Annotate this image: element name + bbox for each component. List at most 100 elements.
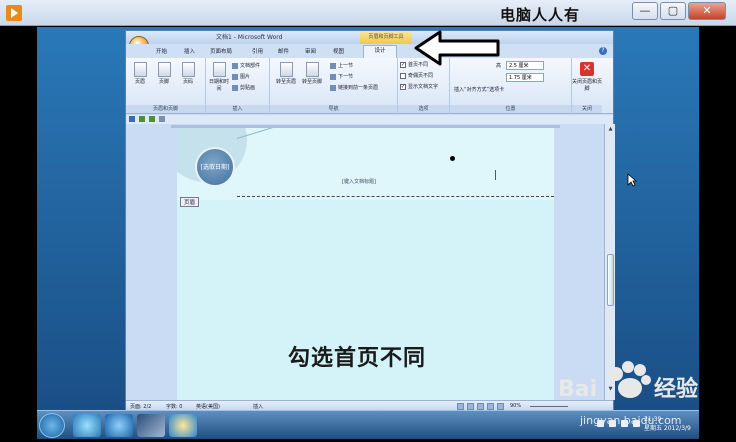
ribbon-tabs: 开始 插入 页面布局 引用 邮件 审阅 视图 设计 ? [126, 44, 613, 58]
goto-header-button[interactable]: 转至页眉 [274, 62, 298, 85]
page-number-button[interactable]: 页码 [178, 62, 198, 85]
redo-icon[interactable] [149, 116, 155, 122]
group-insert: 日期和时间 文档部件 图片 剪贴画 插入 [206, 58, 270, 114]
group-header-footer-label: 页眉和页脚 [126, 105, 205, 113]
header-icon [133, 62, 147, 77]
group-navigation-label: 导航 [270, 105, 397, 113]
full-screen-icon[interactable] [467, 403, 474, 410]
different-odd-even-checkbox[interactable]: 奇偶页不同 [400, 72, 433, 79]
link-to-previous-button[interactable]: 链接到前一条页眉 [330, 84, 378, 91]
player-window: 电脑人人有 — ▢ ✕ 文档1 - Microsoft Word 页眉和页脚工具… [0, 0, 736, 442]
tab-page-layout[interactable]: 页面布局 [210, 47, 232, 55]
decorative-line [236, 128, 381, 139]
tab-mailings[interactable]: 邮件 [278, 47, 289, 55]
show-document-text-checkbox[interactable]: ✓ 显示文档文字 [400, 83, 438, 90]
previous-section-label: 上一节 [338, 63, 354, 69]
word-window: 文档1 - Microsoft Word 页眉和页脚工具 开始 插入 页面布局 … [125, 30, 615, 411]
clip-art-icon [232, 84, 238, 91]
svg-text:Bai: Bai [558, 377, 597, 402]
link-to-previous-label: 链接到前一条页眉 [338, 85, 379, 91]
tab-references[interactable]: 引用 [252, 47, 263, 55]
clip-art-button[interactable]: 剪贴画 [232, 84, 255, 91]
different-odd-even-label: 奇偶页不同 [408, 73, 434, 79]
picture-label: 图片 [240, 74, 251, 80]
minimize-button[interactable]: — [632, 2, 658, 20]
pointing-arrow-icon [414, 30, 500, 66]
tab-home[interactable]: 开始 [156, 47, 167, 55]
group-close: ✕ 关闭页眉和页脚 关闭 [572, 58, 602, 114]
header-button[interactable]: 页眉 [130, 62, 150, 85]
group-navigation: 转至页眉 转至页脚 上一节 下一节 链接到前一条页眉 导航 [270, 58, 398, 114]
explorer-taskbar-icon[interactable] [169, 414, 197, 437]
close-header-footer-label[interactable]: 关闭页眉和页脚 [572, 78, 602, 92]
zoom-level[interactable]: 90% [510, 403, 521, 409]
page-count[interactable]: 页面: 2/2 [130, 403, 151, 410]
header-position-input[interactable]: 2.5 厘米 [506, 61, 544, 70]
previous-icon [330, 62, 336, 69]
highlight-dot [450, 156, 455, 161]
maximize-button[interactable]: ▢ [660, 2, 686, 20]
quick-parts-button[interactable]: 文档部件 [232, 62, 260, 69]
language-status[interactable]: 英语(美国) [196, 403, 220, 410]
scroll-thumb[interactable] [607, 254, 614, 306]
start-button[interactable] [39, 413, 65, 438]
footer-position-input[interactable]: 1.75 厘米 [506, 73, 544, 82]
mouse-pointer-icon [627, 173, 637, 187]
undo-icon[interactable] [139, 116, 145, 122]
print-layout-icon[interactable] [457, 403, 464, 410]
insert-mode[interactable]: 插入 [253, 403, 263, 410]
help-icon[interactable]: ? [599, 47, 607, 55]
close-button[interactable]: ✕ [688, 2, 726, 20]
goto-footer-button[interactable]: 转至页脚 [300, 62, 324, 85]
goto-footer-icon [305, 62, 319, 77]
checkbox-checked-icon: ✓ [400, 83, 406, 90]
page-number-icon [181, 62, 195, 77]
web-layout-icon[interactable] [477, 403, 484, 410]
quick-access-toolbar [126, 115, 613, 124]
header-tag: 页眉 [180, 197, 200, 207]
text-cursor [495, 170, 496, 180]
picture-button[interactable]: 图片 [232, 73, 250, 80]
checkbox-checked-icon: ✓ [400, 61, 406, 68]
word-count[interactable]: 字数: 0 [166, 403, 182, 410]
calendar-icon [212, 62, 226, 77]
tab-design[interactable]: 设计 [363, 45, 397, 58]
word-window-title: 文档1 - Microsoft Word [216, 34, 283, 41]
draft-icon[interactable] [497, 403, 504, 410]
word-title-bar: 文档1 - Microsoft Word 页眉和页脚工具 [126, 31, 613, 44]
header-zone[interactable]: [选取日期] [键入文档标题] [177, 128, 554, 200]
player-app-icon[interactable] [6, 5, 22, 21]
header-button-label: 页眉 [134, 79, 145, 85]
ribbon: 页眉 页脚 页码 页眉和页脚 日期和时间 文档部件 图片 剪贴画 插入 转至页眉… [126, 58, 613, 114]
scroll-up-icon[interactable]: ▲ [607, 126, 614, 133]
context-tab-header-footer-tools: 页眉和页脚工具 [360, 31, 412, 44]
tab-view[interactable]: 视图 [333, 47, 344, 55]
tab-insert[interactable]: 插入 [184, 47, 195, 55]
header-title-placeholder[interactable]: [键入文档标题] [342, 178, 376, 185]
close-header-footer-icon[interactable]: ✕ [580, 62, 594, 76]
page-number-button-label: 页码 [182, 79, 193, 85]
group-position-label: 位置 [450, 105, 571, 113]
document-area: [选取日期] [键入文档标题] 页眉 勾选首页不同 [126, 124, 604, 400]
insert-alignment-tab-button[interactable]: 插入“对齐方式”选项卡 [454, 86, 504, 93]
tool-taskbar-icon[interactable] [137, 414, 165, 437]
group-header-footer: 页眉 页脚 页码 页眉和页脚 [126, 58, 206, 114]
show-document-text-label: 显示文档文字 [408, 84, 439, 90]
player-title: 电脑人人有 [500, 6, 581, 24]
outline-icon[interactable] [487, 403, 494, 410]
goto-footer-label: 转至页脚 [301, 79, 322, 85]
date-time-button[interactable]: 日期和时间 [208, 62, 230, 92]
footer-icon [157, 62, 171, 77]
header-boundary [237, 196, 554, 197]
group-options-label: 选项 [398, 105, 449, 113]
tab-review[interactable]: 审阅 [305, 47, 316, 55]
document-page[interactable]: [选取日期] [键入文档标题] 页眉 勾选首页不同 [177, 128, 554, 400]
ie-taskbar-icon[interactable] [73, 414, 101, 437]
date-placeholder[interactable]: [选取日期] [195, 162, 235, 171]
previous-section-button[interactable]: 上一节 [330, 62, 353, 69]
next-section-button[interactable]: 下一节 [330, 73, 353, 80]
footer-button[interactable]: 页脚 [154, 62, 174, 85]
save-icon[interactable] [129, 116, 135, 122]
customize-qat-icon[interactable] [159, 116, 165, 122]
sogou-taskbar-icon[interactable] [105, 414, 133, 437]
